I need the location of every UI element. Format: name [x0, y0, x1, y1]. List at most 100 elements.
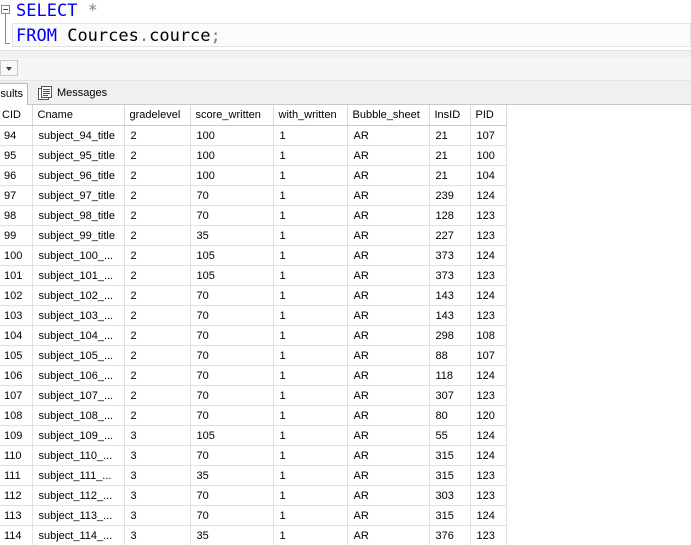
cell-score_written[interactable]: 70	[190, 305, 274, 326]
table-row[interactable]: 111 subject_111_... 3 35 1 AR 315 123	[0, 465, 507, 486]
table-row[interactable]: 104 subject_104_... 2 70 1 AR 298 108	[0, 325, 507, 346]
table-row[interactable]: 105 subject_105_... 2 70 1 AR 88 107	[0, 345, 507, 366]
tab-messages[interactable]: Messages	[34, 83, 110, 105]
cell-cid[interactable]: 100	[0, 245, 33, 266]
cell-cname[interactable]: subject_94_title	[32, 125, 125, 146]
cell-with_written[interactable]: 1	[273, 505, 348, 526]
cell-cname[interactable]: subject_97_title	[32, 185, 125, 206]
cell-with_written[interactable]: 1	[273, 485, 348, 506]
column-header-cname[interactable]: Cname	[32, 105, 125, 126]
cell-with_written[interactable]: 1	[273, 445, 348, 466]
cell-gradelevel[interactable]: 2	[124, 265, 191, 286]
cell-score_written[interactable]: 70	[190, 205, 274, 226]
cell-with_written[interactable]: 1	[273, 385, 348, 406]
results-grid[interactable]: CID Cname gradelevel score_written with_writ…	[0, 105, 691, 545]
cell-cname[interactable]: subject_103_...	[32, 305, 125, 326]
cell-cname[interactable]: subject_108_...	[32, 405, 125, 426]
cell-score_written[interactable]: 70	[190, 325, 274, 346]
cell-score_written[interactable]: 70	[190, 485, 274, 506]
cell-cid[interactable]: 94	[0, 125, 33, 146]
cell-bubble_sheet[interactable]: AR	[347, 145, 430, 166]
cell-cid[interactable]: 106	[0, 365, 33, 386]
cell-cid[interactable]: 97	[0, 185, 33, 206]
table-row[interactable]: 108 subject_108_... 2 70 1 AR 80 120	[0, 405, 507, 426]
table-row[interactable]: 102 subject_102_... 2 70 1 AR 143 124	[0, 285, 507, 306]
cell-cid[interactable]: 110	[0, 445, 33, 466]
cell-bubble_sheet[interactable]: AR	[347, 425, 430, 446]
cell-pid[interactable]: 124	[470, 185, 507, 206]
cell-pid[interactable]: 123	[470, 205, 507, 226]
cell-bubble_sheet[interactable]: AR	[347, 365, 430, 386]
table-row[interactable]: 95 subject_95_title 2 100 1 AR 21 100	[0, 145, 507, 166]
table-row[interactable]: 98 subject_98_title 2 70 1 AR 128 123	[0, 205, 507, 226]
cell-gradelevel[interactable]: 2	[124, 125, 191, 146]
cell-insid[interactable]: 227	[429, 225, 471, 246]
table-row[interactable]: 109 subject_109_... 3 105 1 AR 55 124	[0, 425, 507, 446]
cell-with_written[interactable]: 1	[273, 345, 348, 366]
cell-insid[interactable]: 307	[429, 385, 471, 406]
cell-pid[interactable]: 124	[470, 445, 507, 466]
cell-cname[interactable]: subject_109_...	[32, 425, 125, 446]
cell-cname[interactable]: subject_105_...	[32, 345, 125, 366]
column-header-pid[interactable]: PID	[470, 105, 507, 126]
cell-bubble_sheet[interactable]: AR	[347, 345, 430, 366]
column-header-insid[interactable]: InsID	[429, 105, 471, 126]
cell-bubble_sheet[interactable]: AR	[347, 445, 430, 466]
cell-pid[interactable]: 124	[470, 365, 507, 386]
cell-insid[interactable]: 373	[429, 265, 471, 286]
cell-with_written[interactable]: 1	[273, 245, 348, 266]
cell-bubble_sheet[interactable]: AR	[347, 505, 430, 526]
cell-score_written[interactable]: 70	[190, 185, 274, 206]
cell-cid[interactable]: 107	[0, 385, 33, 406]
cell-insid[interactable]: 143	[429, 305, 471, 326]
cell-insid[interactable]: 80	[429, 405, 471, 426]
cell-score_written[interactable]: 100	[190, 165, 274, 186]
cell-insid[interactable]: 21	[429, 165, 471, 186]
cell-pid[interactable]: 104	[470, 165, 507, 186]
table-row[interactable]: 114 subject_114_... 3 35 1 AR 376 123	[0, 525, 507, 545]
cell-with_written[interactable]: 1	[273, 265, 348, 286]
cell-gradelevel[interactable]: 2	[124, 325, 191, 346]
cell-bubble_sheet[interactable]: AR	[347, 325, 430, 346]
column-header-cid[interactable]: CID	[0, 105, 33, 126]
code-line-2[interactable]: FROM Cources.cource;	[16, 25, 221, 47]
cell-bubble_sheet[interactable]: AR	[347, 125, 430, 146]
cell-pid[interactable]: 123	[470, 385, 507, 406]
cell-insid[interactable]: 315	[429, 445, 471, 466]
cell-cname[interactable]: subject_95_title	[32, 145, 125, 166]
cell-cname[interactable]: subject_107_...	[32, 385, 125, 406]
column-header-score_written[interactable]: score_written	[190, 105, 274, 126]
table-row[interactable]: 112 subject_112_... 3 70 1 AR 303 123	[0, 485, 507, 506]
cell-bubble_sheet[interactable]: AR	[347, 225, 430, 246]
cell-cname[interactable]: subject_100_...	[32, 245, 125, 266]
table-row[interactable]: 96 subject_96_title 2 100 1 AR 21 104	[0, 165, 507, 186]
cell-insid[interactable]: 298	[429, 325, 471, 346]
table-row[interactable]: 101 subject_101_... 2 105 1 AR 373 123	[0, 265, 507, 286]
cell-pid[interactable]: 123	[470, 265, 507, 286]
cell-with_written[interactable]: 1	[273, 185, 348, 206]
cell-insid[interactable]: 315	[429, 505, 471, 526]
cell-gradelevel[interactable]: 3	[124, 425, 191, 446]
cell-insid[interactable]: 373	[429, 245, 471, 266]
cell-gradelevel[interactable]: 2	[124, 225, 191, 246]
cell-bubble_sheet[interactable]: AR	[347, 245, 430, 266]
cell-gradelevel[interactable]: 3	[124, 485, 191, 506]
cell-pid[interactable]: 124	[470, 245, 507, 266]
cell-pid[interactable]: 124	[470, 425, 507, 446]
cell-pid[interactable]: 107	[470, 345, 507, 366]
cell-cid[interactable]: 96	[0, 165, 33, 186]
cell-cid[interactable]: 104	[0, 325, 33, 346]
cell-pid[interactable]: 123	[470, 485, 507, 506]
cell-with_written[interactable]: 1	[273, 305, 348, 326]
cell-bubble_sheet[interactable]: AR	[347, 185, 430, 206]
cell-gradelevel[interactable]: 3	[124, 465, 191, 486]
cell-bubble_sheet[interactable]: AR	[347, 465, 430, 486]
cell-bubble_sheet[interactable]: AR	[347, 165, 430, 186]
cell-cname[interactable]: subject_102_...	[32, 285, 125, 306]
cell-with_written[interactable]: 1	[273, 285, 348, 306]
cell-cid[interactable]: 111	[0, 465, 33, 486]
cell-insid[interactable]: 315	[429, 465, 471, 486]
cell-score_written[interactable]: 70	[190, 345, 274, 366]
cell-bubble_sheet[interactable]: AR	[347, 405, 430, 426]
cell-gradelevel[interactable]: 3	[124, 505, 191, 526]
